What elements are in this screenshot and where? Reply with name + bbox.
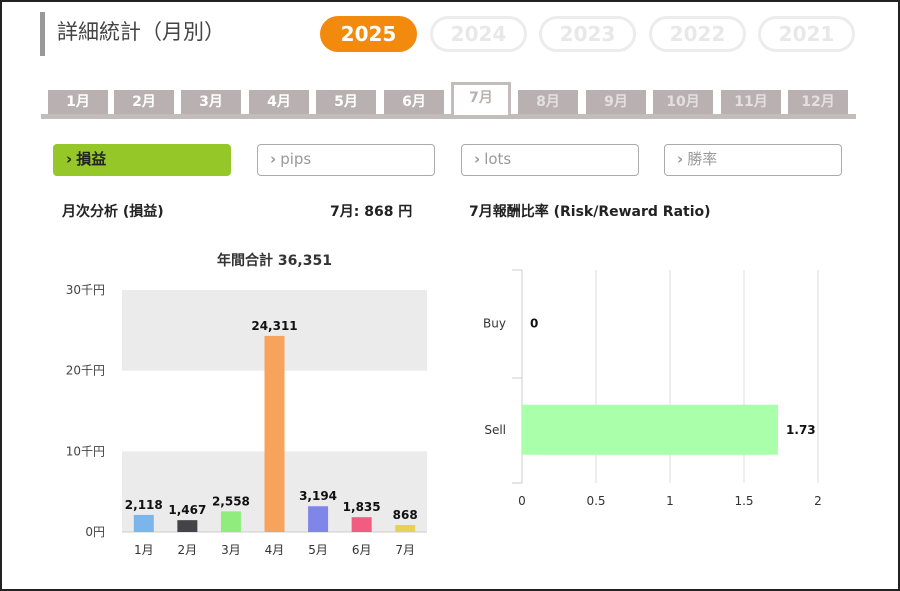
bar — [177, 520, 198, 532]
x-tick-label: 0.5 — [586, 494, 605, 508]
bar — [264, 335, 285, 532]
x-tick-label: 0 — [518, 494, 526, 508]
bar — [133, 514, 154, 532]
bar — [351, 517, 372, 532]
bar — [395, 524, 416, 532]
charts-canvas: 0円 10千円 20千円 30千円 年間合計 36,351 2,118 1月 1,467 2月 2… — [66, 252, 822, 557]
data-label: 3,194 — [299, 489, 337, 503]
y-tick-label: Buy — [483, 316, 506, 330]
bar — [308, 506, 329, 532]
y-tick-label: 10千円 — [66, 444, 105, 458]
x-tick-label: 1.5 — [734, 494, 753, 508]
data-label: 0 — [530, 316, 538, 330]
data-label: 2,558 — [212, 494, 250, 508]
x-tick-label: 5月 — [308, 543, 328, 557]
y-tick-label: 0円 — [85, 525, 105, 539]
data-label: 1,467 — [168, 503, 206, 517]
data-label: 2,118 — [125, 498, 163, 512]
x-tick-label: 2 — [814, 494, 822, 508]
x-tick-label: 1月 — [134, 543, 154, 557]
data-label: 24,311 — [251, 319, 297, 333]
x-tick-label: 4月 — [265, 543, 285, 557]
y-tick-label: 30千円 — [66, 283, 105, 297]
chart-title: 年間合計 36,351 — [217, 252, 332, 269]
y-tick-label: 20千円 — [66, 364, 105, 378]
y-tick-label: Sell — [484, 423, 506, 437]
x-tick-label: 7月 — [395, 543, 415, 557]
x-tick-label: 3月 — [221, 543, 241, 557]
data-label: 1,835 — [343, 500, 381, 514]
bar — [220, 511, 241, 532]
data-label: 1.73 — [786, 423, 816, 437]
data-label: 868 — [393, 508, 418, 522]
bar — [522, 404, 779, 455]
x-tick-label: 1 — [666, 494, 674, 508]
x-tick-label: 6月 — [352, 543, 372, 557]
x-tick-label: 2月 — [178, 543, 198, 557]
